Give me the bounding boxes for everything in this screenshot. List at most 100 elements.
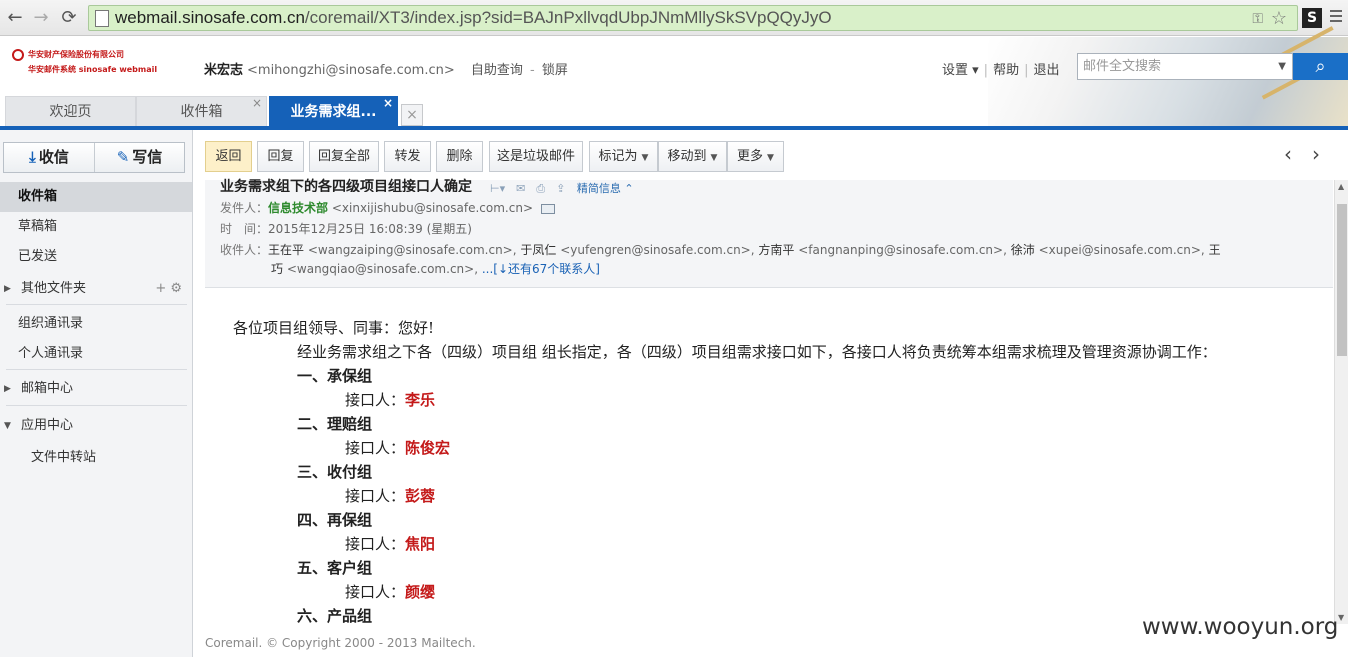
receive-button[interactable]: ⤓ 收信	[4, 143, 94, 172]
top-right-links: 设置 ▾ | 帮助 | 退出	[942, 63, 1060, 78]
move-to-dropdown[interactable]: 移动到 ▼	[658, 141, 727, 172]
receive-label: 收信	[38, 148, 69, 166]
contact-line: 接口人：彭蓉	[345, 485, 435, 506]
reply-all-button[interactable]: 回复全部	[309, 141, 379, 172]
sidebar-item-label: 个人通讯录	[18, 346, 84, 361]
compose-label: 写信	[132, 148, 163, 166]
bookmark-star-icon[interactable]: ☆	[1271, 6, 1287, 30]
extension-icon[interactable]: S	[1302, 8, 1322, 28]
sidebar-item-drafts[interactable]: 草稿箱	[0, 212, 192, 242]
header-action-icons[interactable]: ⊢▾ ✉ ⎙ ⇪	[490, 182, 565, 195]
browser-toolbar: ← → ⟳ webmail.sinosafe.com.cn/coremail/X…	[0, 0, 1348, 36]
sidebar-item-personal-contacts[interactable]: 个人通讯录	[0, 339, 192, 369]
sender-name[interactable]: 信息技术部	[268, 201, 328, 215]
scroll-down-icon[interactable]: ▼	[1338, 613, 1344, 622]
more-contacts-link[interactable]: ...[↓还有67个联系人]	[482, 262, 600, 276]
message-scrollbar[interactable]: ▲ ▼	[1334, 180, 1348, 624]
close-icon[interactable]: ×	[252, 88, 262, 118]
contact-label: 接口人：	[345, 487, 406, 505]
expand-caret-icon[interactable]: ▶	[4, 374, 11, 404]
key-icon[interactable]: ⚿	[1252, 6, 1263, 30]
sidebar-item-label: 文件中转站	[31, 450, 97, 465]
search-placeholder: 邮件全文搜索	[1083, 59, 1162, 74]
contact-name: 颜缨	[405, 583, 436, 601]
reply-button[interactable]: 回复	[257, 141, 304, 172]
previous-mail-icon[interactable]: ‹	[1284, 142, 1292, 166]
contact-name: 李乐	[405, 391, 436, 409]
forward-arrow-icon[interactable]: →	[30, 7, 52, 29]
dropdown-arrow-icon: ▼	[767, 153, 774, 163]
reload-icon[interactable]: ⟳	[58, 7, 80, 29]
sidebar-item-other-folders[interactable]: ▶ 其他文件夹 + ⚙	[0, 274, 192, 304]
compose-button[interactable]: ✎ 写信	[94, 143, 184, 172]
folder-tools-icons[interactable]: + ⚙	[155, 274, 182, 304]
recipient-address: <wangqiao@sinosafe.com.cn>,	[286, 262, 479, 276]
contact-line: 接口人：陈俊宏	[345, 437, 450, 458]
mark-spam-button[interactable]: 这是垃圾邮件	[489, 141, 583, 172]
sidebar-item-app-center[interactable]: ▼ 应用中心	[0, 411, 192, 441]
contact-name: 焦阳	[405, 535, 436, 553]
group-title: 二、理赔组	[297, 415, 373, 433]
recipient-name[interactable]: 于凤仁	[520, 243, 556, 257]
tab-welcome[interactable]: 欢迎页	[5, 96, 136, 126]
dropdown-arrow-icon: ▼	[710, 153, 718, 163]
sidebar-item-inbox[interactable]: 收件箱	[0, 182, 192, 212]
self-service-link[interactable]: 自助查询	[471, 63, 523, 78]
delete-button[interactable]: 删除	[436, 141, 483, 172]
sidebar-item-org-contacts[interactable]: 组织通讯录	[0, 309, 192, 339]
group-title: 六、产品组	[297, 607, 373, 625]
watermark: www.wooyun.org	[1142, 614, 1339, 640]
detail-toggle-link[interactable]: 精简信息 ⌃	[577, 182, 634, 195]
contact-label: 接口人：	[345, 391, 406, 409]
message-header: 业务需求组下的各四级项目组接口人确定 ⊢▾ ✉ ⎙ ⇪ 精简信息 ⌃ 发件人：信…	[205, 179, 1333, 288]
recipient-name[interactable]: 王	[1209, 243, 1221, 257]
tab-label: 欢迎页	[49, 104, 92, 120]
address-bar[interactable]: webmail.sinosafe.com.cn/coremail/XT3/ind…	[88, 5, 1298, 31]
sidebar-item-file-transfer[interactable]: 文件中转站	[0, 443, 192, 473]
mail-search-input[interactable]: 邮件全文搜索 ▼	[1077, 53, 1293, 80]
company-logo: 华安财产保险股份有限公司 华安邮件系统 sinosafe webmail	[12, 49, 192, 79]
recipient-name[interactable]: 方南平	[758, 243, 794, 257]
more-dropdown[interactable]: 更多 ▼	[727, 141, 784, 172]
back-button[interactable]: 返回	[205, 141, 252, 172]
settings-menu[interactable]: 设置 ▾	[942, 63, 979, 78]
scroll-thumb[interactable]	[1337, 204, 1347, 356]
mark-as-dropdown[interactable]: 标记为 ▼	[589, 141, 658, 172]
sidebar-item-sent[interactable]: 已发送	[0, 242, 192, 272]
header-divider	[0, 126, 1348, 130]
close-all-tabs-icon[interactable]: ×	[401, 104, 423, 126]
forward-button[interactable]: 转发	[384, 141, 431, 172]
recipients-row-continued: 巧 <wangqiao@sinosafe.com.cn>, ...[↓还有67个…	[271, 260, 600, 277]
back-arrow-icon[interactable]: ←	[4, 7, 26, 29]
contact-label: 接口人：	[345, 583, 406, 601]
tab-current-mail[interactable]: 业务需求组... ×	[269, 96, 398, 126]
collapse-caret-icon[interactable]: ▼	[4, 411, 11, 441]
contact-card-icon[interactable]	[541, 203, 556, 214]
user-email: <mihongzhi@sinosafe.com.cn>	[247, 63, 455, 78]
recipient-name[interactable]: 巧	[271, 262, 283, 276]
close-icon[interactable]: ×	[383, 88, 393, 118]
sender-row: 发件人：信息技术部 <xinxijishubu@sinosafe.com.cn>	[220, 199, 556, 216]
search-button[interactable]: ⌕	[1293, 53, 1348, 80]
from-label: 发件人：	[220, 201, 269, 215]
help-link[interactable]: 帮助	[993, 63, 1019, 78]
search-dropdown-icon[interactable]: ▼	[1278, 54, 1286, 79]
recipient-name[interactable]: 徐沛	[1011, 243, 1035, 257]
sidebar-item-mailbox-center[interactable]: ▶ 邮箱中心	[0, 374, 192, 404]
browser-menu-icon[interactable]	[1330, 10, 1342, 25]
header-decoration	[988, 26, 1348, 126]
group-title: 三、收付组	[297, 463, 373, 481]
lock-screen-link[interactable]: 锁屏	[542, 63, 568, 78]
intro-paragraph: 经业务需求组之下各（四级）项目组 组长指定，各（四级）项目组需求接口如下，各接口…	[297, 343, 1217, 361]
next-mail-icon[interactable]: ›	[1312, 142, 1320, 166]
recipient-name[interactable]: 王在平	[268, 243, 304, 257]
logout-link[interactable]: 退出	[1033, 63, 1059, 78]
tab-inbox[interactable]: 收件箱 ×	[136, 96, 267, 126]
sender-address: <xinxijishubu@sinosafe.com.cn>	[331, 201, 534, 215]
logo-text-line1: 华安财产保险股份有限公司	[28, 50, 124, 59]
mark-as-label: 标记为	[598, 149, 638, 164]
expand-caret-icon[interactable]: ▶	[4, 274, 11, 304]
logo-mark-icon	[12, 49, 24, 61]
scroll-up-icon[interactable]: ▲	[1338, 182, 1344, 191]
sidebar-item-label: 草稿箱	[18, 219, 58, 234]
